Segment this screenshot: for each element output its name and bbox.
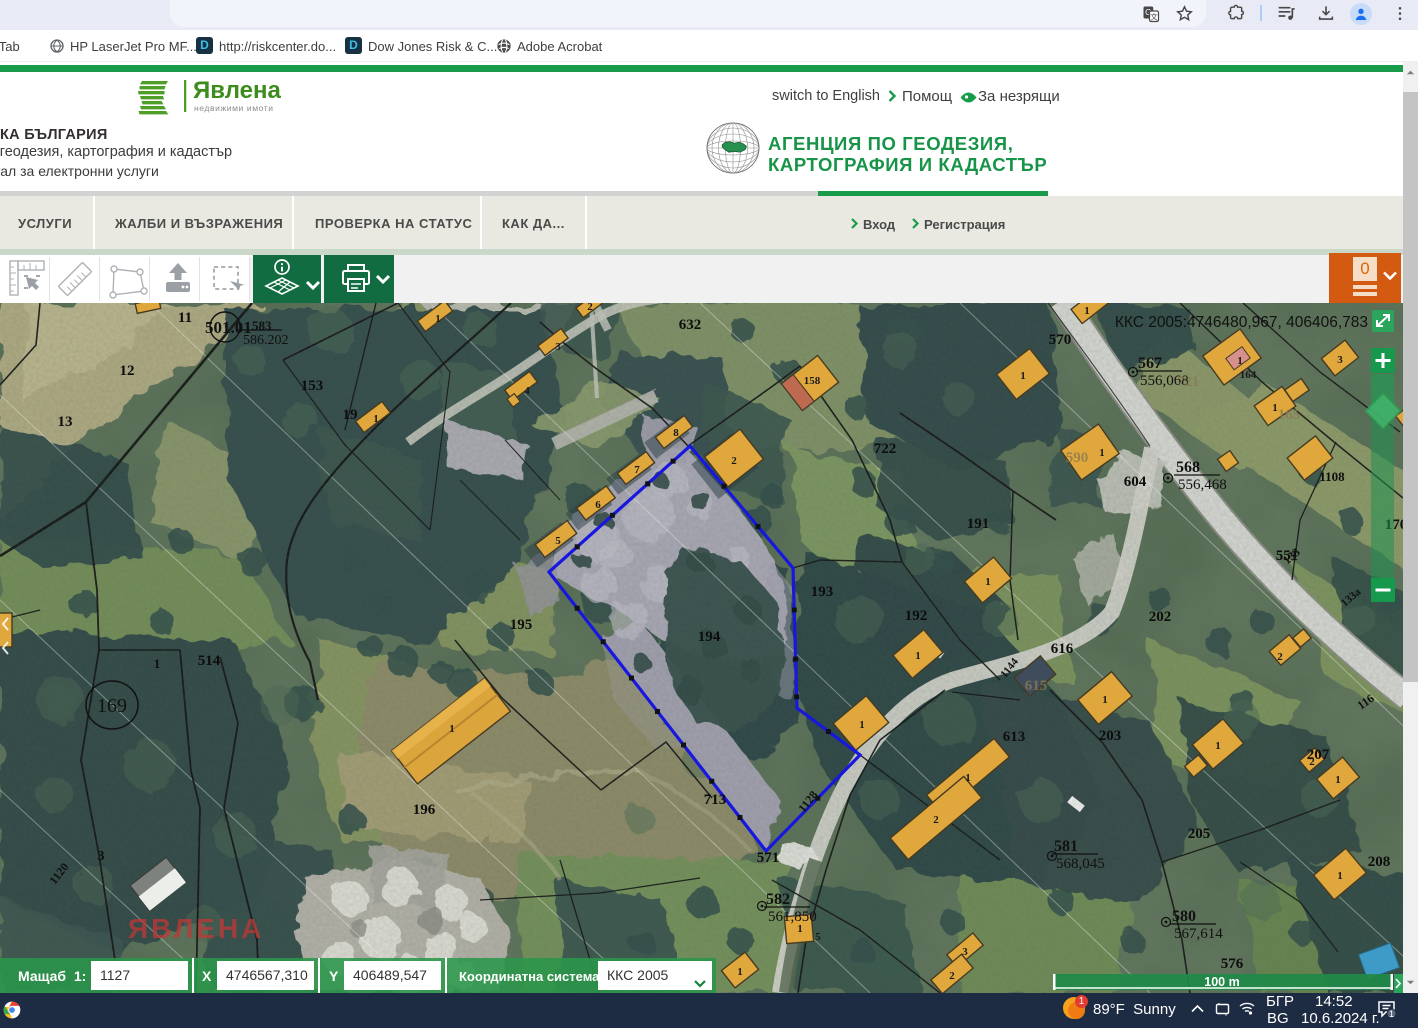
svg-text:514: 514: [198, 653, 221, 669]
svg-text:613: 613: [1003, 729, 1026, 745]
svg-text:1: 1: [1237, 355, 1243, 367]
svg-text:ККС 2005:4746480,967, 406406,7: ККС 2005:4746480,967, 406406,783: [1115, 314, 1368, 331]
svg-text:2: 2: [933, 814, 939, 826]
svg-text:165: 165: [1278, 407, 1301, 423]
svg-text:582: 582: [766, 891, 790, 908]
svg-text:1: 1: [797, 923, 803, 935]
svg-text:194: 194: [698, 629, 721, 645]
svg-text:1: 1: [1337, 870, 1343, 882]
svg-text:Явлена: Явлена: [193, 78, 281, 104]
svg-text:1: 1: [1099, 447, 1105, 459]
svg-text:1: 1: [449, 723, 455, 735]
svg-text:7: 7: [634, 464, 640, 476]
svg-text:1: 1: [1020, 370, 1026, 382]
svg-text:556,468: 556,468: [1178, 477, 1227, 493]
svg-text:1: 1: [435, 313, 441, 325]
svg-text:580: 580: [1172, 908, 1196, 925]
svg-text:203: 203: [1099, 728, 1122, 744]
svg-text:561,850: 561,850: [768, 909, 817, 925]
svg-text:208: 208: [1368, 854, 1391, 870]
svg-text:1: 1: [1102, 694, 1108, 706]
svg-text:195: 195: [510, 617, 533, 633]
svg-text:713: 713: [704, 792, 727, 808]
svg-text:590: 590: [1066, 450, 1089, 466]
svg-text:192: 192: [905, 608, 928, 624]
svg-text:616: 616: [1051, 641, 1074, 657]
svg-text:202: 202: [1149, 609, 1172, 625]
svg-text:191: 191: [967, 516, 990, 532]
svg-text:576: 576: [1221, 956, 1244, 972]
svg-text:4: 4: [524, 385, 530, 397]
svg-text:8: 8: [673, 427, 679, 439]
svg-text:13: 13: [58, 414, 73, 430]
svg-text:158: 158: [804, 375, 821, 387]
svg-text:169: 169: [97, 695, 127, 717]
svg-text:1: 1: [1084, 305, 1090, 317]
svg-text:1108: 1108: [1319, 469, 1345, 484]
svg-text:3: 3: [98, 849, 105, 864]
svg-text:5: 5: [815, 931, 821, 943]
svg-text:570: 570: [1049, 332, 1072, 348]
svg-text:5: 5: [555, 535, 561, 547]
svg-text:1: 1: [985, 576, 991, 588]
svg-text:3: 3: [962, 946, 968, 958]
svg-text:2: 2: [1309, 756, 1315, 768]
svg-text:1: 1: [373, 413, 379, 425]
svg-text:6: 6: [595, 499, 601, 511]
svg-text:615: 615: [1025, 678, 1048, 694]
svg-text:1: 1: [154, 656, 161, 671]
svg-text:недвижими имоти: недвижими имоти: [194, 103, 274, 113]
svg-text:1: 1: [1215, 740, 1221, 752]
svg-text:205: 205: [1188, 826, 1211, 842]
svg-text:1: 1: [1272, 402, 1278, 414]
svg-text:ЯВЛЕНА: ЯВЛЕНА: [128, 913, 264, 944]
svg-text:100 m: 100 m: [1204, 975, 1239, 989]
svg-text:1: 1: [1335, 774, 1341, 786]
svg-text:567,614: 567,614: [1174, 926, 1223, 942]
svg-text:11: 11: [178, 310, 192, 326]
svg-text:1: 1: [859, 719, 865, 731]
svg-text:文: 文: [1150, 11, 1158, 21]
svg-text:2: 2: [949, 970, 955, 982]
svg-text:3: 3: [555, 341, 561, 353]
svg-text:1: 1: [915, 650, 921, 662]
svg-text:583: 583: [252, 318, 272, 333]
svg-text:2: 2: [1277, 651, 1283, 663]
svg-text:2: 2: [587, 303, 593, 313]
svg-text:196: 196: [413, 802, 436, 818]
svg-text:722: 722: [874, 441, 897, 457]
svg-text:567: 567: [1138, 355, 1162, 372]
svg-text:2: 2: [731, 455, 737, 467]
svg-text:153: 153: [301, 378, 324, 394]
svg-text:721: 721: [1177, 374, 1200, 390]
svg-text:581: 581: [1054, 838, 1078, 855]
svg-text:12: 12: [120, 363, 135, 379]
svg-text:586.202: 586.202: [243, 333, 289, 348]
svg-text:568: 568: [1176, 459, 1200, 476]
svg-text:164: 164: [1240, 369, 1257, 381]
svg-text:632: 632: [679, 317, 702, 333]
svg-text:568,045: 568,045: [1056, 856, 1105, 872]
svg-text:571: 571: [757, 850, 780, 866]
svg-text:3: 3: [1337, 354, 1343, 366]
svg-text:1: 1: [1389, 1009, 1394, 1019]
svg-text:1: 1: [965, 772, 971, 784]
svg-text:19: 19: [343, 407, 358, 423]
svg-text:1: 1: [737, 966, 743, 978]
svg-text:604: 604: [1124, 474, 1147, 490]
svg-text:193: 193: [811, 584, 834, 600]
